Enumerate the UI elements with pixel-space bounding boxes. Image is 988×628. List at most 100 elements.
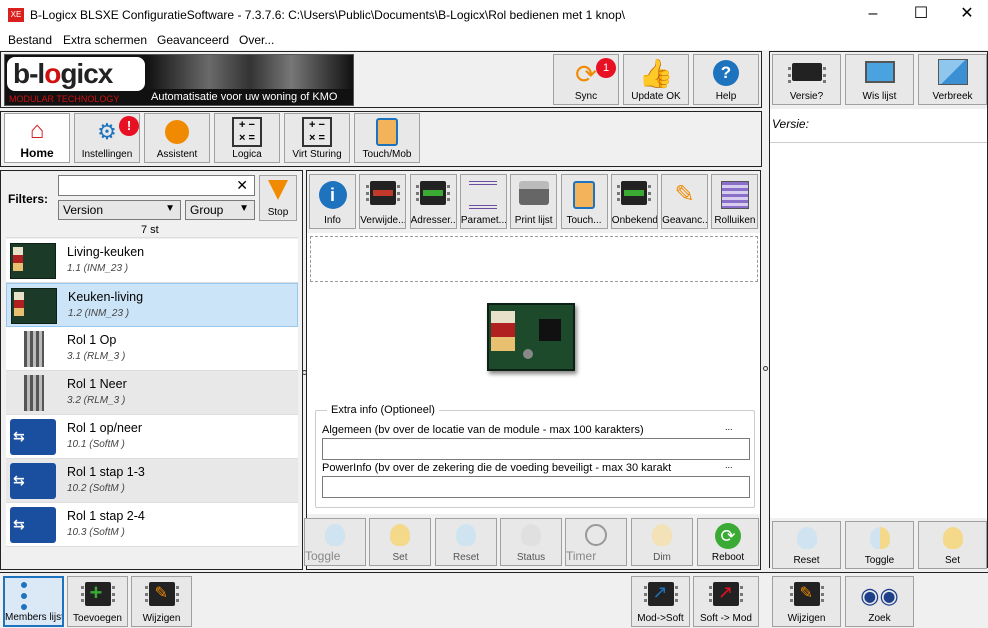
home-icon: ⌂ (29, 117, 45, 144)
module-address: 3.2 (RLM_3 ) (67, 395, 126, 406)
relay-module-icon (24, 375, 44, 411)
logica-button[interactable]: + − × = Logica (214, 113, 280, 163)
module-list-item[interactable]: ⇆ Rol 1 op/neer 10.1 (SoftM ) (6, 415, 298, 459)
module-address: 10.1 (SoftM ) (67, 439, 125, 450)
zoek-button[interactable]: ◉◉ Zoek (845, 576, 914, 627)
clear-icon[interactable]: ✕ (236, 177, 248, 194)
logo-subtitle: MODULAR TECHNOLOGY (9, 94, 120, 104)
toggle-action-button[interactable]: Toggle (304, 518, 366, 566)
description-area (310, 236, 758, 282)
right-reset-button[interactable]: Reset (772, 521, 841, 569)
powerinfo-more-button[interactable]: ... (725, 460, 733, 470)
timer-action-button[interactable]: Timer (565, 518, 627, 566)
info-tool-button[interactable]: i Info (309, 174, 356, 229)
wis-lijst-button[interactable]: Wis lijst (845, 54, 914, 105)
toevoegen-button[interactable]: + Toevoegen (67, 576, 128, 627)
right-wijzigen-button[interactable]: ✎ Wijzigen (772, 576, 841, 627)
reboot-action-button[interactable]: ⟳ Reboot (697, 518, 759, 566)
gear-icon: ⚙ (97, 119, 117, 144)
module-list-item[interactable]: ⇆ Rol 1 stap 2-4 10.3 (SoftM ) (6, 503, 298, 547)
versie-label: Versie: (772, 117, 809, 131)
menu-over[interactable]: Over... (239, 33, 274, 47)
parameters-tool-button[interactable]: Paramet... (459, 174, 507, 229)
input-module-icon (11, 288, 57, 324)
binoculars-icon: ◉◉ (860, 583, 899, 608)
assistent-button[interactable]: Assistent (144, 113, 210, 163)
calculator-icon: + − × = (302, 117, 332, 147)
module-list-item[interactable]: Living-keuken 1.1 (INM_23 ) (6, 239, 298, 283)
close-button[interactable]: ✕ (944, 0, 988, 30)
chip-arrow-icon: ↗ (709, 582, 743, 606)
instellingen-button[interactable]: ⚙ ! Instellingen (74, 113, 140, 163)
set-action-button[interactable]: Set (369, 518, 431, 566)
right-splitter-handle[interactable] (763, 366, 768, 371)
bulb-icon (456, 524, 476, 546)
devices-icon (376, 118, 398, 146)
print-lijst-tool-button[interactable]: Print lijst (510, 174, 558, 229)
filter-clear-icon (268, 180, 288, 200)
update-ok-button[interactable]: 👍 Update OK (623, 54, 689, 105)
maximize-button[interactable]: ☐ (898, 0, 944, 30)
menu-extra-schermen[interactable]: Extra schermen (63, 33, 147, 47)
logo-slogan: Automatisatie voor uw woning of KMO (151, 91, 338, 103)
soft-to-mod-button[interactable]: ↗ Soft -> Mod (693, 576, 759, 627)
mod-to-soft-button[interactable]: ↗ Mod->Soft (631, 576, 690, 627)
rolluiken-tool-button[interactable]: Rolluiken (711, 174, 759, 229)
app-icon: XE (8, 8, 24, 22)
module-image (487, 303, 575, 371)
versie-button[interactable]: Versie? (772, 54, 841, 105)
virt-sturing-button[interactable]: + − × = Virt Sturing (284, 113, 350, 163)
extra-info-legend: Extra info (Optioneel) (327, 404, 439, 416)
module-address: 10.2 (SoftM ) (67, 483, 125, 494)
status-action-button[interactable]: Status (500, 518, 562, 566)
group-select[interactable]: Group ▼ (185, 200, 255, 220)
wijzigen-button[interactable]: ✎ Wijzigen (131, 576, 192, 627)
verwijderen-tool-button[interactable]: Verwijde... (359, 174, 407, 229)
module-address: 10.3 (SoftM ) (67, 527, 125, 538)
network-icon (937, 59, 968, 85)
onbekend-tool-button[interactable]: Onbekend (610, 174, 658, 229)
right-set-button[interactable]: Set (918, 521, 987, 569)
help-button[interactable]: ? Help (693, 54, 759, 105)
adresseren-tool-button[interactable]: Adresser... (409, 174, 457, 229)
sync-button[interactable]: ⟳ 1 Sync (553, 54, 619, 105)
algemeen-field[interactable] (322, 438, 750, 460)
touch-mob-button[interactable]: Touch/Mob (354, 113, 420, 163)
menu-bestand[interactable]: Bestand (8, 33, 52, 47)
filter-search-input[interactable]: ✕ (58, 175, 255, 196)
menu-geavanceerd[interactable]: Geavanceerd (157, 33, 229, 47)
module-name: Rol 1 Op (67, 333, 117, 347)
soft-module-icon: ⇆ (10, 463, 56, 499)
left-splitter-handle[interactable] (302, 370, 307, 375)
verbreek-button[interactable]: Verbreek (918, 54, 987, 105)
version-select[interactable]: Version ▼ (58, 200, 181, 220)
devices-icon (573, 181, 595, 209)
soft-module-icon: ⇆ (10, 507, 56, 543)
home-button[interactable]: ⌂ Home (4, 113, 70, 163)
module-address: 3.1 (RLM_3 ) (67, 351, 126, 362)
module-list-item[interactable]: Rol 1 Neer 3.2 (RLM_3 ) (6, 371, 298, 415)
powerinfo-field[interactable] (322, 476, 750, 498)
members-lijst-button[interactable]: Members lijst (3, 576, 64, 627)
minimize-button[interactable]: – (850, 0, 896, 30)
reset-action-button[interactable]: Reset (435, 518, 497, 566)
pencil-icon: ✎ (674, 181, 695, 208)
window-title: B-Logicx BLSXE ConfiguratieSoftware - 7.… (30, 8, 625, 22)
stop-filter-button[interactable]: Stop (259, 175, 297, 221)
geavanceerd-tool-button[interactable]: ✎ Geavanc... (661, 174, 709, 229)
algemeen-more-button[interactable]: ... (725, 422, 733, 432)
chip-arrow-icon: ↗ (643, 582, 678, 606)
module-list-item[interactable]: Keuken-living 1.2 (INM_23 ) (6, 283, 298, 327)
module-list-item[interactable]: Rol 1 Op 3.1 (RLM_3 ) (6, 327, 298, 371)
powerinfo-label: PowerInfo (bv over de zekering die de vo… (322, 462, 672, 474)
relay-module-icon (24, 331, 44, 367)
module-list-item[interactable]: ⇆ Rol 1 stap 1-3 10.2 (SoftM ) (6, 459, 298, 503)
bulb-icon (942, 527, 963, 549)
touch-tool-button[interactable]: Touch... (560, 174, 608, 229)
edit-chip-icon: ✎ (144, 582, 179, 606)
info-icon: i (318, 181, 347, 209)
printer-icon (518, 181, 549, 205)
assistant-icon (165, 120, 189, 144)
right-toggle-button[interactable]: Toggle (845, 521, 914, 569)
dim-action-button[interactable]: Dim (631, 518, 693, 566)
